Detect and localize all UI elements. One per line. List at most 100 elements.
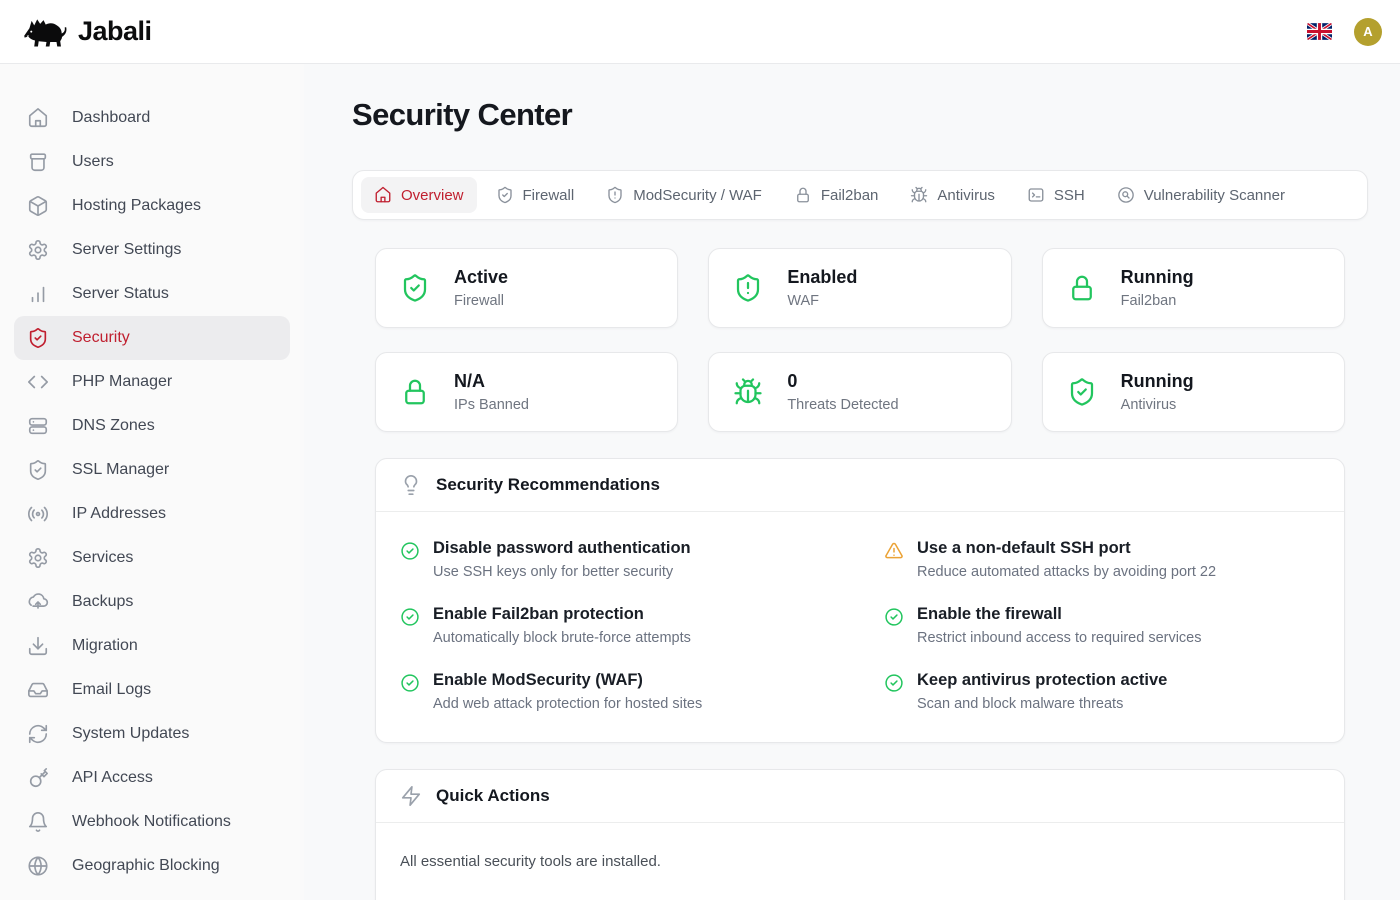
shield-check-icon bbox=[1067, 377, 1097, 407]
bar-chart-icon bbox=[27, 283, 49, 305]
sidebar-item-security[interactable]: Security bbox=[14, 316, 290, 360]
uk-flag-icon[interactable] bbox=[1307, 23, 1332, 40]
inbox-icon bbox=[27, 679, 49, 701]
sidebar-item-dashboard[interactable]: Dashboard bbox=[14, 96, 290, 140]
sidebar-item-label: Dashboard bbox=[72, 109, 150, 127]
status-label: Firewall bbox=[454, 293, 508, 309]
recommendations-list: Disable password authentication Use SSH k… bbox=[376, 512, 1344, 742]
tab-fail2ban[interactable]: Fail2ban bbox=[781, 177, 892, 213]
brand[interactable]: Jabali bbox=[22, 15, 152, 49]
status-label: Threats Detected bbox=[787, 397, 898, 413]
tab-modsecurity-waf[interactable]: ModSecurity / WAF bbox=[593, 177, 775, 213]
sidebar-item-services[interactable]: Services bbox=[14, 536, 290, 580]
sidebar-item-system-updates[interactable]: System Updates bbox=[14, 712, 290, 756]
tab-label: ModSecurity / WAF bbox=[633, 187, 762, 204]
sidebar-item-label: Services bbox=[72, 549, 133, 567]
status-label: IPs Banned bbox=[454, 397, 529, 413]
status-card-ips-banned: N/A IPs Banned bbox=[375, 352, 678, 432]
recommendations-title: Security Recommendations bbox=[436, 475, 660, 495]
recommendations-header: Security Recommendations bbox=[376, 459, 1344, 512]
recommendation-enable-the-firewall: Enable the firewallRestrict inbound acce… bbox=[884, 605, 1320, 646]
home-icon bbox=[374, 186, 392, 204]
recommendation-description: Add web attack protection for hosted sit… bbox=[433, 696, 702, 712]
status-value: N/A bbox=[454, 371, 529, 392]
quick-actions-message: All essential security tools are install… bbox=[376, 823, 1344, 900]
recommendation-title: Use a non-default SSH port bbox=[917, 539, 1216, 558]
status-card-antivirus: RunningAntivirus bbox=[1042, 352, 1345, 432]
sidebar-item-label: PHP Manager bbox=[72, 373, 172, 391]
shield-alert-icon bbox=[606, 186, 624, 204]
recommendation-description: Use SSH keys only for better security bbox=[433, 564, 691, 580]
tab-ssh[interactable]: SSH bbox=[1014, 177, 1098, 213]
status-label: Fail2ban bbox=[1121, 293, 1194, 309]
tab-firewall[interactable]: Firewall bbox=[483, 177, 588, 213]
status-card-text: RunningFail2ban bbox=[1121, 267, 1194, 309]
sidebar-item-backups[interactable]: Backups bbox=[14, 580, 290, 624]
bell-icon bbox=[27, 811, 49, 833]
recommendation-title: Enable ModSecurity (WAF) bbox=[433, 671, 702, 690]
terminal-icon bbox=[1027, 186, 1045, 204]
shield-check-icon bbox=[496, 186, 514, 204]
sidebar-item-users[interactable]: Users bbox=[14, 140, 290, 184]
sidebar: Dashboard UsersHosting PackagesServer Set… bbox=[0, 64, 304, 900]
sidebar-item-hosting-packages[interactable]: Hosting Packages bbox=[14, 184, 290, 228]
bug-icon bbox=[910, 186, 928, 204]
shield-check-icon bbox=[400, 273, 430, 303]
status-value: 0 bbox=[787, 371, 898, 392]
tab-label: Firewall bbox=[523, 187, 575, 204]
recommendation-text: Keep antivirus protection activeScan and… bbox=[917, 671, 1167, 712]
header-right: A bbox=[1307, 18, 1382, 46]
sidebar-item-email-logs[interactable]: Email Logs bbox=[14, 668, 290, 712]
recommendation-enable-modsecurity-waf: Enable ModSecurity (WAF) Add web attack p… bbox=[400, 671, 836, 712]
recommendation-text: Enable ModSecurity (WAF) Add web attack p… bbox=[433, 671, 702, 712]
circle-check-icon bbox=[884, 673, 904, 693]
recommendation-description: Restrict inbound access to required serv… bbox=[917, 630, 1202, 646]
recommendation-description: Scan and block malware threats bbox=[917, 696, 1167, 712]
lightning-icon bbox=[400, 785, 422, 807]
recommendation-disable-password-authentication: Disable password authentication Use SSH k… bbox=[400, 539, 836, 580]
shield-alert-icon bbox=[733, 273, 763, 303]
gear-icon bbox=[27, 547, 49, 569]
app-root: Jabali A DashboardUsersHosting PackagesS… bbox=[0, 0, 1400, 900]
recommendation-title: Disable password authentication bbox=[433, 539, 691, 558]
avatar[interactable]: A bbox=[1354, 18, 1382, 46]
tab-overview[interactable]: Overview bbox=[361, 177, 477, 213]
sidebar-item-label: Migration bbox=[72, 637, 138, 655]
tab-label: Vulnerability Scanner bbox=[1144, 187, 1285, 204]
sidebar-item-api-access[interactable]: API Access bbox=[14, 756, 290, 800]
sidebar-item-geographic-blocking[interactable]: Geographic Blocking bbox=[14, 844, 290, 888]
radio-icon bbox=[27, 503, 49, 525]
sidebar-item-label: API Access bbox=[72, 769, 153, 787]
sidebar-item-webhook-notifications[interactable]: Webhook Notifications bbox=[14, 800, 290, 844]
sidebar-item-server-settings[interactable]: Server Settings bbox=[14, 228, 290, 272]
top-header: Jabali A bbox=[0, 0, 1400, 64]
recommendation-description: Reduce automated attacks by avoiding por… bbox=[917, 564, 1216, 580]
sidebar-item-php-manager[interactable]: PHP Manager bbox=[14, 360, 290, 404]
sidebar-item-migration[interactable]: Migration bbox=[14, 624, 290, 668]
recommendation-keep-antivirus-protection-active: Keep antivirus protection activeScan and… bbox=[884, 671, 1320, 712]
main-content: Security Center OverviewFirewallModSecur… bbox=[304, 64, 1400, 900]
sidebar-item-ip-addresses[interactable]: IP Addresses bbox=[14, 492, 290, 536]
tab-antivirus[interactable]: Antivirus bbox=[897, 177, 1008, 213]
status-card-text: 0 Threats Detected bbox=[787, 371, 898, 413]
sidebar-item-label: Email Logs bbox=[72, 681, 151, 699]
key-icon bbox=[27, 767, 49, 789]
recommendation-text: Disable password authentication Use SSH k… bbox=[433, 539, 691, 580]
cloud-upload-icon bbox=[27, 591, 49, 613]
sidebar-item-label: Webhook Notifications bbox=[72, 813, 231, 831]
sidebar-item-server-status[interactable]: Server Status bbox=[14, 272, 290, 316]
tab-bar: Overview Firewall ModSecurity / WAF Fail2ba… bbox=[352, 170, 1368, 220]
status-value: Enabled bbox=[787, 267, 857, 288]
tab-vulnerability-scanner[interactable]: Vulnerability Scanner bbox=[1104, 177, 1298, 213]
sidebar-item-ssl-manager[interactable]: SSL Manager bbox=[14, 448, 290, 492]
status-card-text: ActiveFirewall bbox=[454, 267, 508, 309]
home-icon bbox=[27, 107, 49, 129]
status-card-fail2ban: RunningFail2ban bbox=[1042, 248, 1345, 328]
recommendation-description: Automatically block brute-force attempts bbox=[433, 630, 691, 646]
sidebar-item-dns-zones[interactable]: DNS Zones bbox=[14, 404, 290, 448]
scanner-icon bbox=[1117, 186, 1135, 204]
package-icon bbox=[27, 195, 49, 217]
status-label: WAF bbox=[787, 293, 857, 309]
circle-check-icon bbox=[400, 673, 420, 693]
security-recommendations-panel: Security Recommendations Disable passwor… bbox=[375, 458, 1345, 743]
